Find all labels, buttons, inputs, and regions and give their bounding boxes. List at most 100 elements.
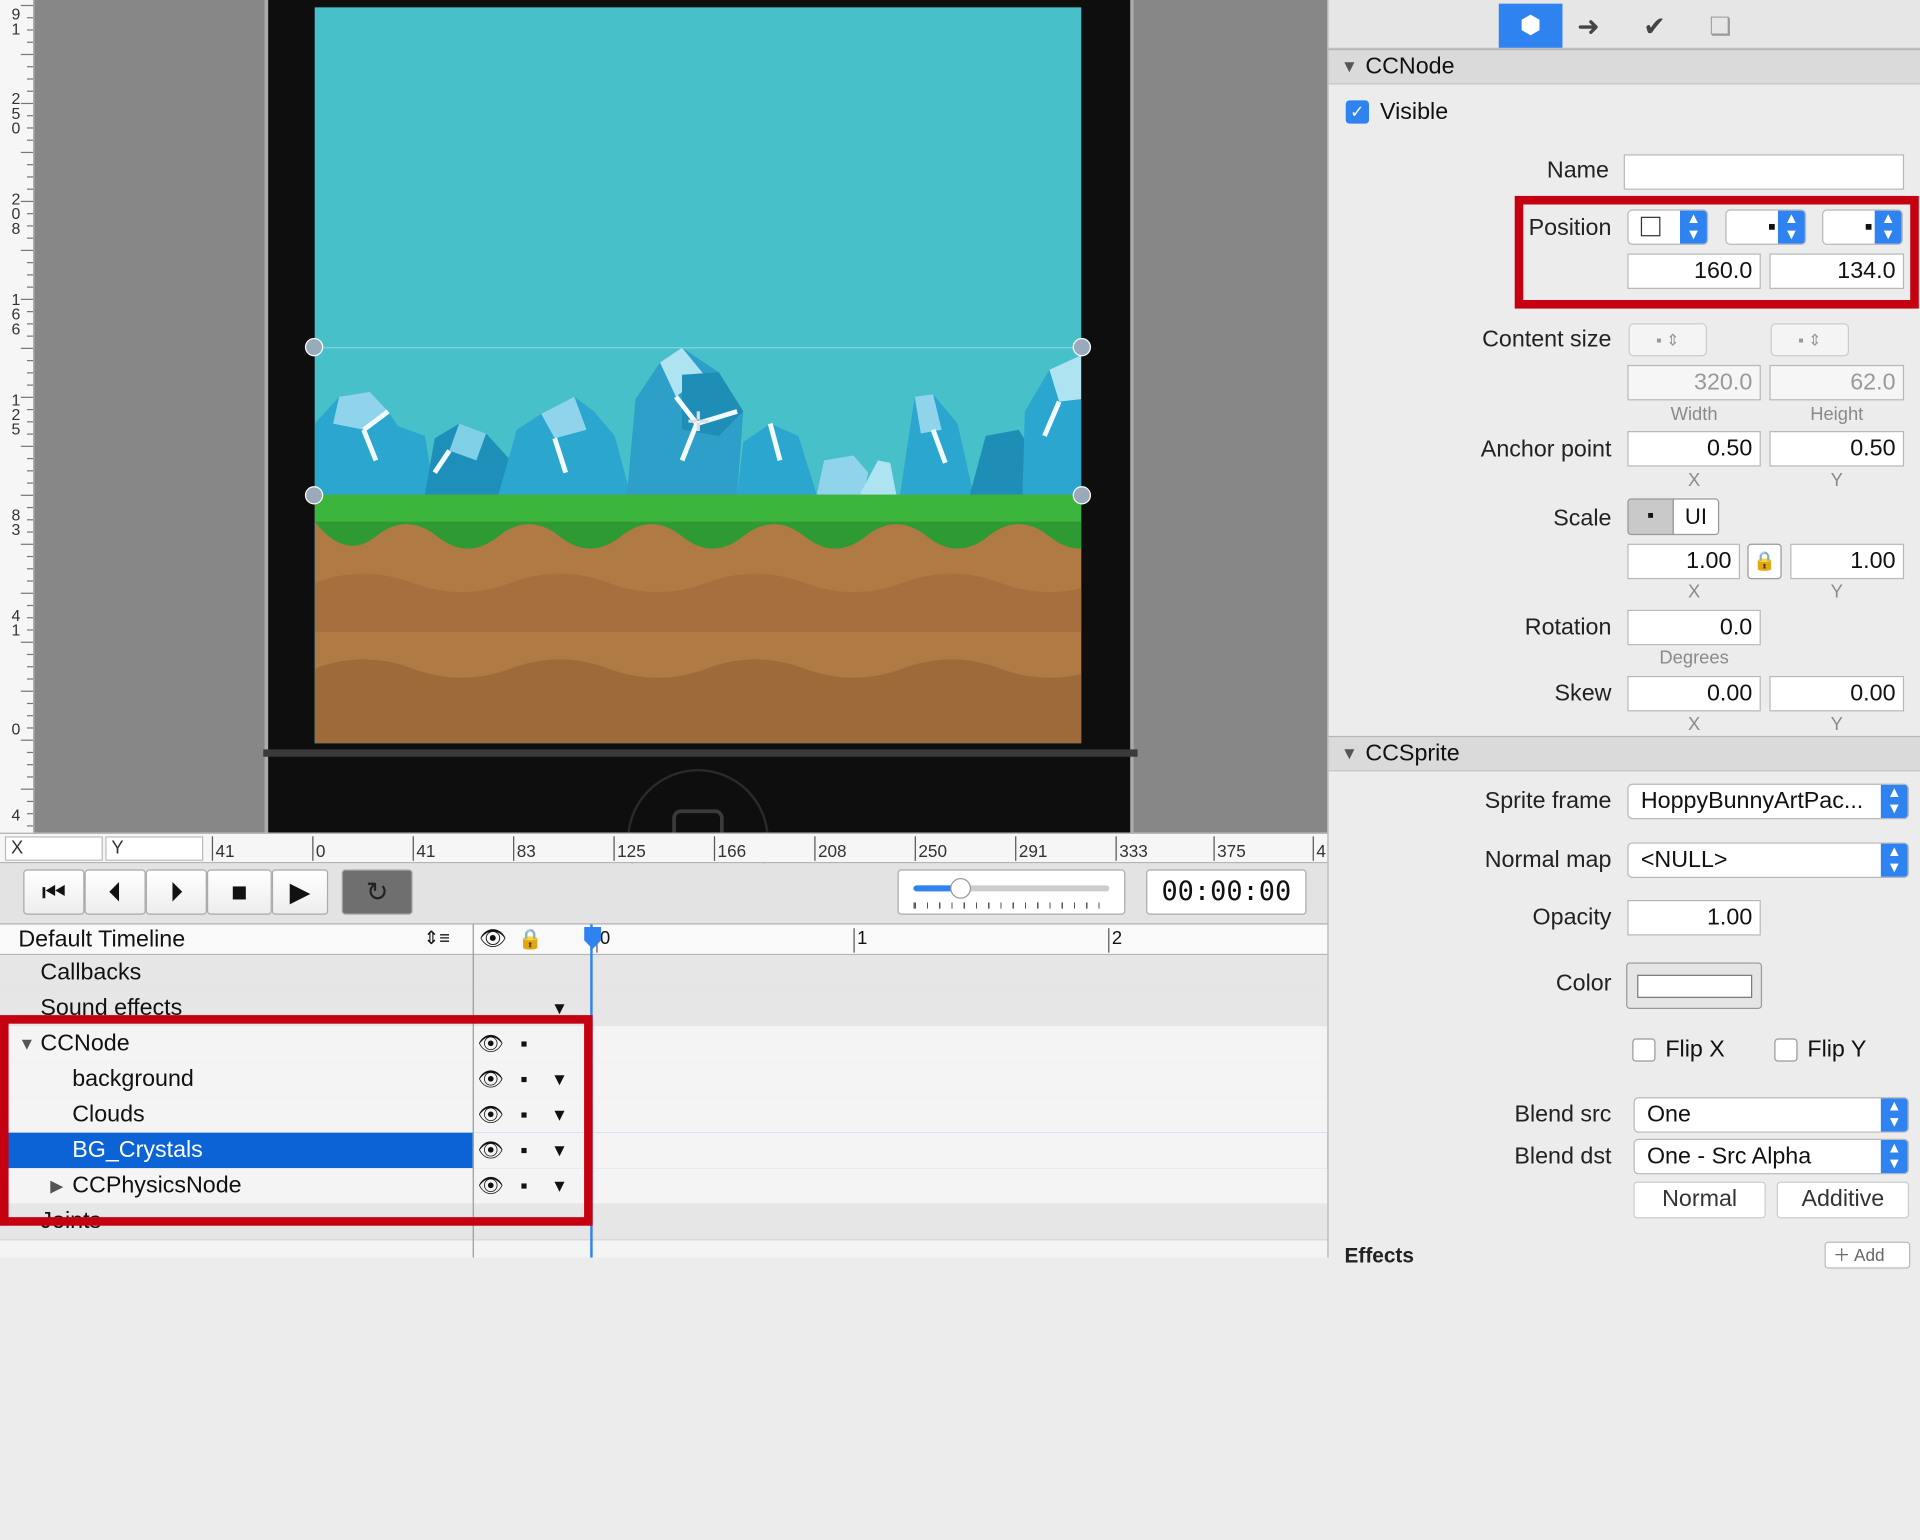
timeline-name[interactable]: Default Timeline [18,926,185,954]
stop-icon[interactable]: ■ [206,869,272,915]
skew-y-caption: Y [1830,713,1843,735]
scene-artwork [314,347,1082,744]
ruler-tick [814,836,816,861]
color-swatch [1637,974,1753,998]
timeline-header [0,924,1328,956]
blend-normal-button[interactable]: Normal [1633,1181,1766,1219]
selection-handle-top-left[interactable] [304,337,324,357]
effects-add-label: Add [1854,1245,1885,1265]
disclosure-triangle-icon: ▼ [1340,743,1358,763]
skip-to-start-icon[interactable]: ⏮ [23,869,85,915]
play-icon[interactable]: ▶ [271,869,329,915]
normal-map-popup[interactable]: <NULL> ▲ ▼ [1627,842,1909,878]
vertical-ruler-label: 0 [11,720,21,739]
timeline-ruler-tick [1108,928,1110,953]
vertical-ruler: 91250208166125834104 [0,0,35,833]
vertical-ruler-label: 6 [11,319,21,338]
scale-label: Scale [1553,505,1612,532]
name-field[interactable] [1623,154,1905,190]
ccsprite-title: CCSprite [1365,740,1460,767]
anchor-x-field[interactable]: 0.50 [1627,431,1761,467]
blend-dst-value: One - Src Alpha [1646,1143,1812,1170]
step-forward-icon[interactable]: ⏵ [145,869,207,915]
timeline-row[interactable]: Callbacks [0,955,1328,992]
normal-map-label: Normal map [1484,847,1612,874]
horizontal-ruler-label: 83 [516,841,536,861]
inspector-tabbar [1328,0,1920,49]
ccsprite-section-header[interactable]: ▼ CCSprite [1328,735,1920,772]
horizontal-ruler-label: 41 [416,841,436,861]
anchor-y-caption: Y [1830,470,1843,492]
device-edge [263,749,1138,757]
vertical-ruler-label: 1 [11,620,21,640]
sprite-frame-label: Sprite frame [1484,788,1612,815]
vertical-ruler-label: 4 [11,805,21,825]
height-caption: Height [1810,404,1864,425]
ruler-tick [1115,836,1117,861]
eye-header-icon: 👁 [478,925,507,951]
rotation-label: Rotation [1524,614,1612,641]
timeline-ruler-label: 1 [857,928,868,949]
time-display: 00:00:00 [1146,869,1307,915]
ruler-y-field: Y [105,836,204,861]
anchor-x-caption: X [1687,470,1701,492]
ruler-tick [312,836,314,861]
zoom-slider-knob[interactable] [950,877,972,899]
position-highlight-box [1514,195,1919,309]
flip-x-label: Flip X [1665,1037,1725,1063]
code-connections-icon[interactable]: ➜ [1577,11,1600,43]
timeline-ruler-label: 2 [1111,928,1123,949]
step-back-icon[interactable]: ⏴ [84,869,146,915]
selection-handle-bottom-right[interactable] [1072,486,1092,505]
vertical-ruler-label: 8 [11,219,21,238]
scale-ui-toggle[interactable]: UI [1672,498,1720,536]
visible-checkbox[interactable]: ✓ [1345,100,1369,124]
flip-y-checkbox[interactable] [1774,1038,1798,1062]
color-label: Color [1555,971,1612,997]
flip-x-checkbox[interactable] [1632,1038,1656,1062]
templates-icon[interactable]: ❏ [1709,11,1731,42]
scale-y-field[interactable]: 1.00 [1790,543,1905,580]
opacity-field[interactable]: 1.00 [1627,900,1761,936]
content-width-unit-popup[interactable]: ▪ ⇕ [1628,323,1707,357]
sprite-frame-value: HoppyBunnyArtPac... [1640,788,1864,815]
effects-add-button[interactable]: ＋ Add [1824,1241,1911,1269]
scale-points-toggle[interactable]: ▪ [1627,498,1674,536]
sprite-frame-popup[interactable]: HoppyBunnyArtPac... ▲ ▼ [1627,783,1909,820]
horizontal-ruler-label: 208 [817,841,847,861]
height-field[interactable]: 62.0 [1769,364,1905,401]
horizontal-ruler-label: 41 [215,841,235,861]
horizontal-ruler-label: 333 [1119,841,1148,861]
ccnode-section-header[interactable]: ▼ CCNode [1328,48,1920,85]
selection-handle-top-right[interactable] [1072,337,1092,357]
scale-lock-icon[interactable]: 🔒 [1747,543,1782,580]
skew-x-field[interactable]: 0.00 [1627,675,1761,712]
blend-dst-popup[interactable]: One - Src Alpha ▲ ▼ [1633,1138,1909,1175]
zoom-slider[interactable] [897,869,1126,915]
blend-src-popup[interactable]: One ▲ ▼ [1633,1097,1909,1133]
ruler-x-field: X [4,836,103,861]
content-height-unit-popup[interactable]: ▪ ⇕ [1770,323,1849,357]
physics-icon[interactable]: ✔ [1643,11,1666,43]
anchor-crosshair-icon[interactable]: ✛ [687,408,710,435]
blend-additive-button[interactable]: Additive [1776,1181,1909,1219]
rotation-field[interactable]: 0.0 [1627,609,1761,646]
node-properties-icon[interactable]: ⬢ [1498,3,1563,48]
timeline-row-label: Callbacks [40,960,142,986]
ruler-tick [613,836,615,861]
width-field[interactable]: 320.0 [1627,364,1761,401]
timeline-menu-icon[interactable]: ⇕≡ [424,927,450,949]
ruler-tick [211,836,214,861]
loop-icon[interactable]: ↻ [341,869,413,915]
ruler-tick [1015,836,1017,861]
skew-y-field[interactable]: 0.00 [1769,675,1905,712]
anchor-y-field[interactable]: 0.50 [1769,431,1905,467]
normal-map-value: <NULL> [1640,847,1728,874]
scale-x-field[interactable]: 1.00 [1627,543,1741,580]
timeline-highlight-box [0,1015,593,1226]
game-screen[interactable] [314,7,1082,744]
selection-handle-bottom-left[interactable] [304,486,324,505]
blend-dst-label: Blend dst [1514,1143,1612,1170]
scale-x-caption: X [1687,581,1701,603]
color-well[interactable] [1626,962,1763,1009]
